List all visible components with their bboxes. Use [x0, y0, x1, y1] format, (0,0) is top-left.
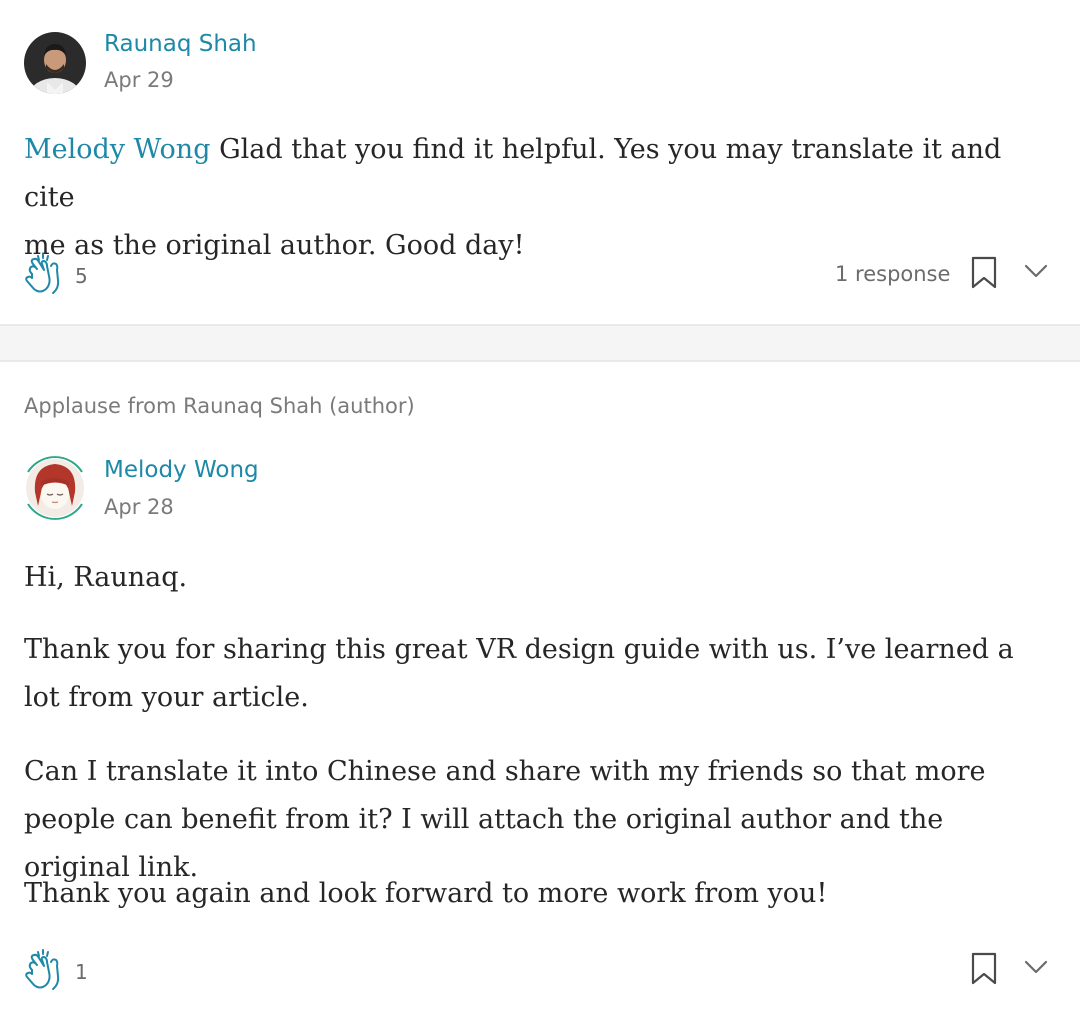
clap-count: 5 — [75, 264, 88, 288]
responses-link[interactable]: 1 response — [835, 260, 950, 288]
chevron-down-icon[interactable] — [1024, 958, 1048, 976]
author-avatar[interactable] — [20, 452, 90, 524]
clap-icon[interactable] — [22, 252, 68, 298]
response-paragraph: Hi, Raunaq. — [24, 562, 188, 593]
author-avatar[interactable] — [24, 32, 86, 94]
author-name[interactable]: Melody Wong — [104, 455, 259, 485]
chevron-down-icon[interactable] — [1024, 262, 1048, 280]
section-divider — [0, 324, 1080, 362]
response-paragraph: Thank you for sharing this great VR desi… — [24, 634, 1014, 713]
response-body: Melody Wong Glad that you find it helpfu… — [24, 126, 1054, 270]
bookmark-icon[interactable] — [970, 256, 998, 290]
clap-icon[interactable] — [22, 948, 68, 994]
post-date[interactable]: Apr 28 — [104, 493, 174, 521]
applause-note: Applause from Raunaq Shah (author) — [24, 394, 415, 418]
response-text-line: me as the original author. Good day! — [24, 230, 525, 261]
response-paragraph: Thank you again and look forward to more… — [24, 878, 828, 909]
mention-link[interactable]: Melody Wong — [24, 134, 210, 165]
bookmark-icon[interactable] — [970, 952, 998, 986]
clap-count: 1 — [75, 960, 88, 984]
post-date[interactable]: Apr 29 — [104, 66, 174, 94]
author-name[interactable]: Raunaq Shah — [104, 29, 257, 59]
